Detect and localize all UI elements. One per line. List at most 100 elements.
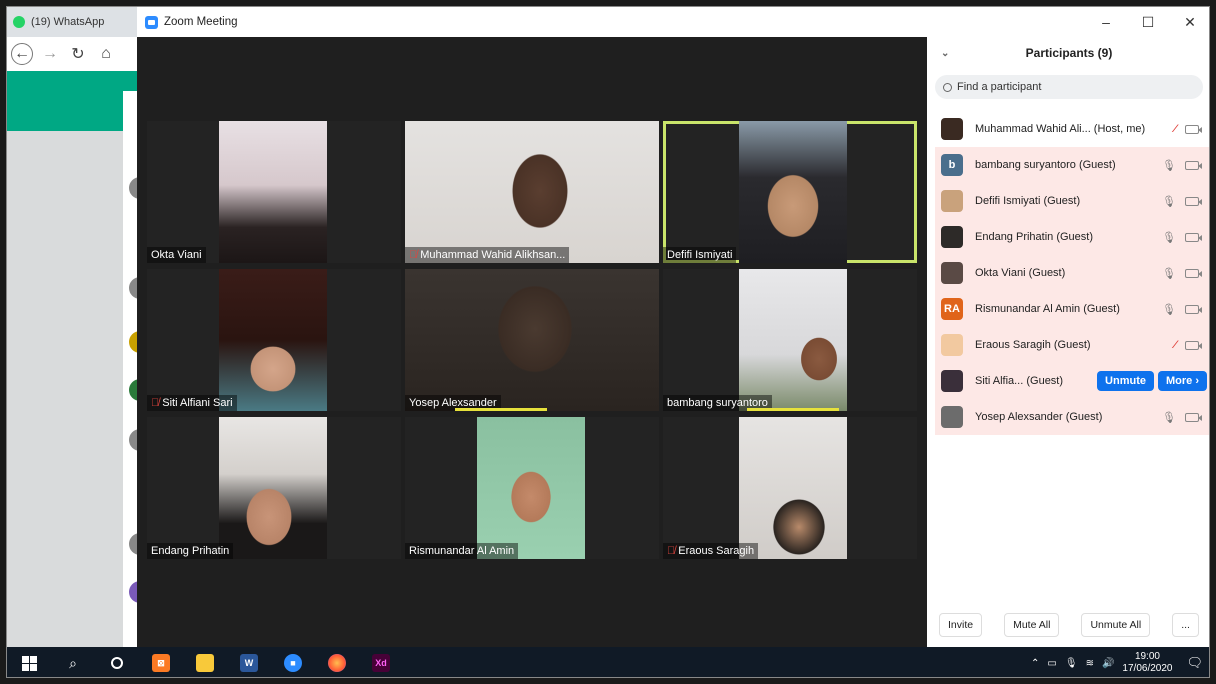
clock[interactable]: 19:00 17/06/2020: [1122, 651, 1172, 675]
participant-avatar: [941, 226, 963, 248]
forward-arrow-icon[interactable]: →: [39, 43, 61, 65]
whatsapp-tab[interactable]: (19) WhatsApp: [7, 7, 143, 37]
video-tile[interactable]: Endang Prihatin: [147, 417, 401, 559]
participant-row[interactable]: Endang Prihatin (Guest) 🎙: [935, 219, 1209, 255]
video-feed: [739, 269, 847, 411]
invite-button[interactable]: Invite: [939, 613, 983, 637]
participant-avatar: b: [941, 154, 963, 176]
participant-row[interactable]: Okta Viani (Guest) 🎙: [935, 255, 1209, 291]
participant-list: Muhammad Wahid Ali... (Host, me) ⁄ b bamban…: [935, 111, 1209, 435]
mute-all-button[interactable]: Mute All: [1004, 613, 1060, 637]
chevron-down-icon[interactable]: ⌄: [941, 48, 949, 59]
cortana-icon: [111, 657, 123, 669]
mic-icon[interactable]: 🎙: [1162, 231, 1176, 244]
start-button[interactable]: [7, 647, 51, 677]
participant-row[interactable]: Muhammad Wahid Ali... (Host, me) ⁄: [935, 111, 1209, 147]
xampp-taskbar-icon[interactable]: ⊠: [139, 647, 183, 677]
search-icon: ⌕: [69, 654, 77, 671]
zoom-icon: ■: [284, 654, 302, 672]
muted-mic-icon[interactable]: ⁄: [1174, 339, 1176, 351]
xampp-icon: ⊠: [152, 654, 170, 672]
file-explorer-taskbar-icon[interactable]: [183, 647, 227, 677]
cortana-button[interactable]: [95, 647, 139, 677]
muted-mic-icon[interactable]: ⁄: [1174, 123, 1176, 135]
mic-icon[interactable]: 🎙: [1162, 303, 1176, 316]
more-participant-button[interactable]: More ›: [1158, 371, 1207, 391]
video-tile[interactable]: 🎙̸ Muhammad Wahid Alikhsan...: [405, 121, 659, 263]
adobe-xd-taskbar-icon[interactable]: Xd: [359, 647, 403, 677]
firefox-taskbar-icon[interactable]: [315, 647, 359, 677]
participant-avatar: [941, 334, 963, 356]
video-feed: [477, 417, 585, 559]
participant-status-icons: 🎙: [1162, 159, 1202, 172]
muted-mic-icon: 🎙̸: [151, 397, 160, 409]
close-button[interactable]: ✕: [1169, 7, 1209, 37]
participant-row[interactable]: Eraous Saragih (Guest) ⁄: [935, 327, 1209, 363]
battery-icon[interactable]: ▭: [1047, 658, 1056, 669]
participant-avatar: [941, 190, 963, 212]
window-controls: – ☐ ✕: [1085, 7, 1209, 37]
camera-icon[interactable]: [1185, 196, 1202, 206]
zoom-taskbar-icon[interactable]: ■: [271, 647, 315, 677]
participant-status-icons: 🎙: [1162, 411, 1202, 424]
audio-level-bar: [747, 408, 839, 411]
wifi-icon[interactable]: ≋: [1086, 658, 1094, 669]
mic-icon[interactable]: 🎙: [1162, 411, 1176, 424]
participant-row[interactable]: b bambang suryantoro (Guest) 🎙: [935, 147, 1209, 183]
participant-name: Rismunandar Al Amin (Guest): [975, 303, 1120, 315]
back-arrow-icon[interactable]: ←: [11, 43, 33, 65]
participant-status-icons: 🎙: [1162, 267, 1202, 280]
camera-icon[interactable]: [1185, 268, 1202, 278]
video-tile[interactable]: Okta Viani: [147, 121, 401, 263]
notifications-icon[interactable]: 🗨: [1186, 655, 1203, 671]
clock-time: 19:00: [1134, 651, 1160, 662]
volume-icon[interactable]: 🔊: [1102, 658, 1114, 669]
participant-name: Endang Prihatin (Guest): [975, 231, 1094, 243]
mic-icon[interactable]: 🎙: [1162, 267, 1176, 280]
windows-logo-icon: [21, 655, 37, 671]
camera-icon[interactable]: [1185, 232, 1202, 242]
audio-level-bar: [455, 408, 547, 411]
video-tile[interactable]: Yosep Alexsander: [405, 269, 659, 411]
home-icon[interactable]: ⌂: [95, 43, 117, 65]
participant-row[interactable]: Yosep Alexsander (Guest) 🎙: [935, 399, 1209, 435]
chevron-up-icon[interactable]: ⌃: [1031, 658, 1039, 669]
video-tile[interactable]: 🎙̸ Eraous Saragih: [663, 417, 917, 559]
participant-row[interactable]: RA Rismunandar Al Amin (Guest) 🎙: [935, 291, 1209, 327]
mic-icon[interactable]: 🎙: [1162, 195, 1176, 208]
participant-row[interactable]: Defifi Ismiyati (Guest) 🎙: [935, 183, 1209, 219]
more-options-button[interactable]: ...: [1172, 613, 1199, 637]
video-feed: [739, 121, 847, 263]
mic-icon[interactable]: 🎙: [1162, 159, 1176, 172]
participant-status-icons: ⁄: [1174, 339, 1202, 351]
video-feed: [219, 121, 327, 263]
camera-icon[interactable]: [1185, 160, 1202, 170]
video-tile-active-speaker[interactable]: Defifi Ismiyati: [663, 121, 917, 263]
video-feed: [219, 417, 327, 559]
camera-icon[interactable]: [1185, 304, 1202, 314]
participant-name: Okta Viani (Guest): [975, 267, 1066, 279]
video-tile[interactable]: 🎙̸ Siti Alfiani Sari: [147, 269, 401, 411]
video-tile[interactable]: bambang suryantoro: [663, 269, 917, 411]
video-feed: [219, 269, 327, 411]
unmute-all-button[interactable]: Unmute All: [1081, 613, 1151, 637]
camera-icon[interactable]: [1185, 124, 1202, 134]
maximize-button[interactable]: ☐: [1127, 7, 1169, 37]
word-taskbar-icon[interactable]: W: [227, 647, 271, 677]
video-feed: [405, 121, 659, 263]
microphone-icon[interactable]: 🎙: [1065, 658, 1078, 669]
minimize-button[interactable]: –: [1085, 7, 1127, 37]
camera-icon[interactable]: [1185, 412, 1202, 422]
tile-name: Rismunandar Al Amin: [405, 543, 519, 559]
participant-search-input[interactable]: Find a participant: [935, 75, 1203, 99]
reload-icon[interactable]: ↻: [67, 43, 89, 65]
participant-row[interactable]: Siti Alfia... (Guest) Unmute More ›: [935, 363, 1209, 399]
background-browser-window[interactable]: (19) WhatsApp ← → ↻ ⌂: [7, 7, 151, 647]
unmute-participant-button[interactable]: Unmute: [1097, 371, 1154, 391]
video-feed: [405, 269, 659, 411]
search-button[interactable]: ⌕: [51, 647, 95, 677]
participant-avatar: [941, 262, 963, 284]
participant-name: Muhammad Wahid Ali... (Host, me): [975, 123, 1146, 135]
video-tile[interactable]: Rismunandar Al Amin: [405, 417, 659, 559]
camera-icon[interactable]: [1185, 340, 1202, 350]
